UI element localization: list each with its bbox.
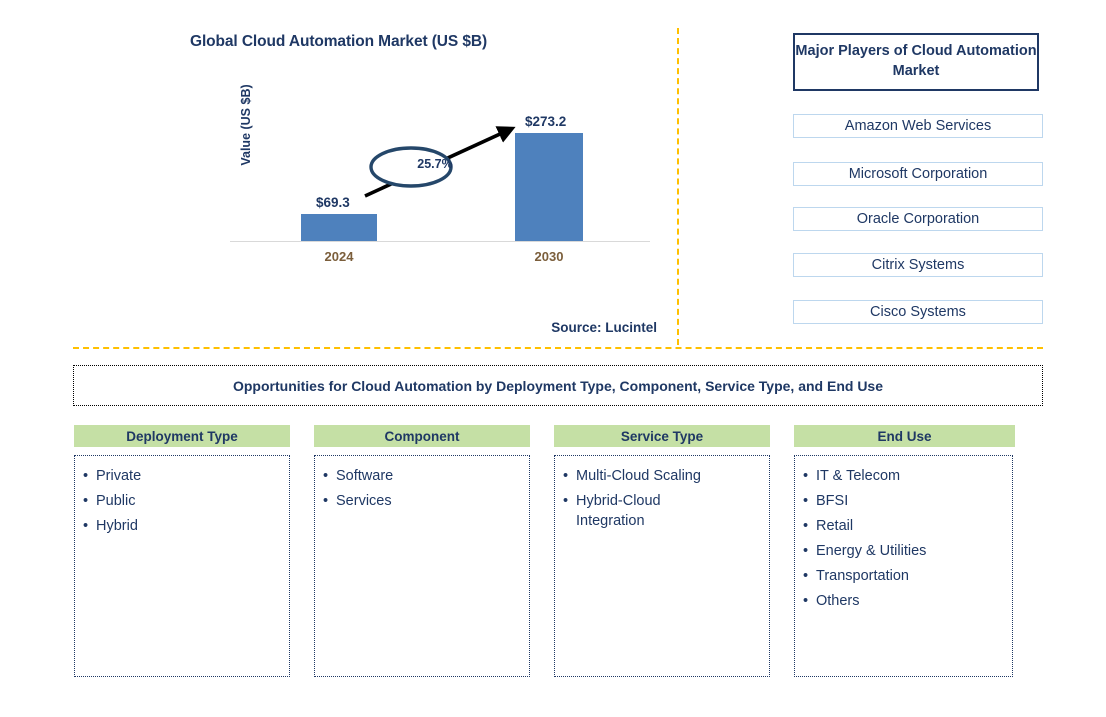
list-item: IT & Telecom [803, 466, 1006, 486]
x-tick-2030: 2030 [534, 249, 564, 264]
column-header-end-use: End Use [794, 425, 1015, 447]
column-body-deployment-type: Private Public Hybrid [74, 455, 290, 677]
list-item: BFSI [803, 491, 1006, 511]
player-item-0[interactable]: Amazon Web Services [793, 114, 1043, 138]
column-body-component: Software Services [314, 455, 530, 677]
cagr-label: 25.7% [417, 157, 453, 171]
list-item: Hybrid [83, 516, 283, 536]
source-note: Source: Lucintel [551, 320, 657, 335]
horizontal-divider [73, 347, 1043, 349]
player-item-2[interactable]: Oracle Corporation [793, 207, 1043, 231]
column-header-service-type: Service Type [554, 425, 770, 447]
cagr-arrow-graphic [364, 126, 516, 198]
chart-title: Global Cloud Automation Market (US $B) [189, 33, 488, 50]
major-players-panel: Major Players of Cloud Automation Market… [677, 0, 1106, 347]
list-item: Others [803, 591, 1006, 611]
column-header-component: Component [314, 425, 530, 447]
infographic-page: Global Cloud Automation Market (US $B) V… [0, 0, 1106, 717]
column-body-end-use: IT & Telecom BFSI Retail Energy & Utilit… [794, 455, 1013, 677]
column-header-deployment-type: Deployment Type [74, 425, 290, 447]
chart-panel: Global Cloud Automation Market (US $B) V… [0, 0, 677, 347]
list-item: Transportation [803, 566, 1006, 586]
list-item: Retail [803, 516, 1006, 536]
list-item: Private [83, 466, 283, 486]
opportunities-title: Opportunities for Cloud Automation by De… [73, 365, 1043, 406]
list-item: Multi-Cloud Scaling [563, 466, 763, 486]
player-item-4[interactable]: Cisco Systems [793, 300, 1043, 324]
major-players-header: Major Players of Cloud Automation Market [793, 33, 1039, 91]
player-item-3[interactable]: Citrix Systems [793, 253, 1043, 277]
list-item: Services [323, 491, 523, 511]
x-tick-2024: 2024 [324, 249, 354, 264]
list-item: Software [323, 466, 523, 486]
column-body-service-type: Multi-Cloud Scaling Hybrid-Cloud Integra… [554, 455, 770, 677]
list-item: Hybrid-Cloud Integration [563, 491, 763, 531]
player-item-1[interactable]: Microsoft Corporation [793, 162, 1043, 186]
list-item: Energy & Utilities [803, 541, 1006, 561]
list-item: Public [83, 491, 283, 511]
